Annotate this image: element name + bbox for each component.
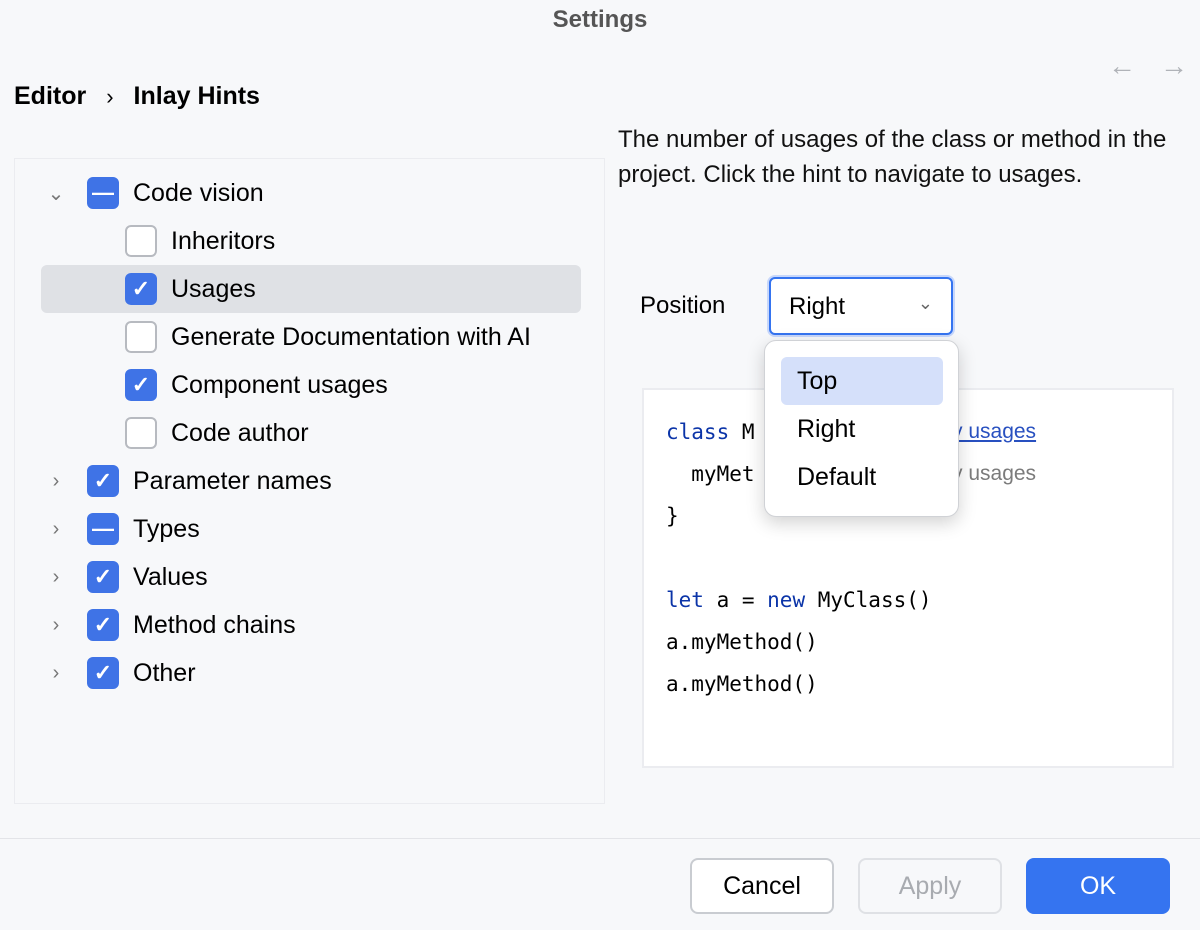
position-options-popup: Top Right Default bbox=[764, 340, 959, 517]
code-line: let a = new MyClass() bbox=[666, 588, 932, 612]
checkbox[interactable] bbox=[125, 321, 157, 353]
code-line: myMet bbox=[666, 462, 755, 486]
chevron-right-icon[interactable]: › bbox=[45, 518, 67, 541]
tree-item-label: Code author bbox=[171, 419, 309, 448]
checkbox[interactable]: ✓ bbox=[87, 561, 119, 593]
tree-item-label: Values bbox=[133, 563, 208, 592]
ok-button[interactable]: OK bbox=[1026, 858, 1170, 914]
breadcrumb: Editor › Inlay Hints bbox=[14, 82, 260, 111]
apply-button[interactable]: Apply bbox=[858, 858, 1002, 914]
option-right[interactable]: Right bbox=[781, 405, 943, 453]
tree-item[interactable]: › — Types bbox=[41, 505, 581, 553]
footer-divider bbox=[0, 838, 1200, 839]
hints-tree: ⌄ — Code vision Inheritors ✓ Usages Generate D… bbox=[14, 158, 605, 804]
code-text: M bbox=[729, 420, 754, 444]
cancel-button[interactable]: Cancel bbox=[690, 858, 834, 914]
checkbox[interactable]: ✓ bbox=[125, 369, 157, 401]
option-top[interactable]: Top bbox=[781, 357, 943, 405]
tree-item[interactable]: ✓ Component usages bbox=[41, 361, 581, 409]
window-title: Settings bbox=[0, 6, 1200, 34]
usages-hint-link[interactable]: y usages bbox=[952, 420, 1036, 444]
tree-item[interactable]: Generate Documentation with AI bbox=[41, 313, 581, 361]
checkbox[interactable] bbox=[125, 417, 157, 449]
tree-item[interactable]: › ✓ Other bbox=[41, 649, 581, 697]
tree-item-label: Method chains bbox=[133, 611, 296, 640]
tree-item[interactable]: Code author bbox=[41, 409, 581, 457]
keyword: new bbox=[767, 588, 805, 612]
checkbox[interactable]: — bbox=[87, 177, 119, 209]
tree-item-label: Component usages bbox=[171, 371, 388, 400]
position-value: Right bbox=[789, 293, 845, 320]
chevron-down-icon[interactable]: ⌄ bbox=[45, 181, 67, 206]
code-text: a = bbox=[704, 588, 767, 612]
keyword: let bbox=[666, 588, 704, 612]
hint-description: The number of usages of the class or met… bbox=[618, 122, 1188, 192]
code-line: class M bbox=[666, 420, 755, 444]
tree-item-label: Code vision bbox=[133, 179, 264, 208]
chevron-right-icon[interactable]: › bbox=[45, 470, 67, 493]
chevron-right-icon[interactable]: › bbox=[45, 662, 67, 685]
checkbox[interactable]: ✓ bbox=[125, 273, 157, 305]
tree-item[interactable]: ⌄ — Code vision bbox=[41, 169, 581, 217]
tree-item-label: Usages bbox=[171, 275, 256, 304]
position-label: Position bbox=[640, 292, 725, 320]
code-text: MyClass() bbox=[805, 588, 931, 612]
option-default[interactable]: Default bbox=[781, 453, 943, 501]
tree-item[interactable]: ✓ Usages bbox=[41, 265, 581, 313]
tree-item[interactable]: › ✓ Values bbox=[41, 553, 581, 601]
tree-item[interactable]: › ✓ Parameter names bbox=[41, 457, 581, 505]
usages-hint: y usages bbox=[952, 462, 1036, 486]
tree-item-label: Types bbox=[133, 515, 200, 544]
tree-item[interactable]: › ✓ Method chains bbox=[41, 601, 581, 649]
keyword: class bbox=[666, 420, 729, 444]
code-line: } bbox=[666, 504, 679, 528]
forward-arrow-icon[interactable]: → bbox=[1160, 50, 1188, 82]
code-line: a.myMethod() bbox=[666, 630, 818, 654]
checkbox[interactable]: — bbox=[87, 513, 119, 545]
position-dropdown[interactable]: Right ⌄ bbox=[769, 277, 953, 335]
checkbox[interactable]: ✓ bbox=[87, 609, 119, 641]
checkbox[interactable]: ✓ bbox=[87, 657, 119, 689]
chevron-down-icon: ⌄ bbox=[918, 293, 933, 314]
checkbox[interactable]: ✓ bbox=[87, 465, 119, 497]
chevron-right-icon[interactable]: › bbox=[45, 614, 67, 637]
tree-item-label: Other bbox=[133, 659, 196, 688]
tree-item-label: Parameter names bbox=[133, 467, 332, 496]
breadcrumb-inlay-hints: Inlay Hints bbox=[134, 82, 260, 111]
checkbox[interactable] bbox=[125, 225, 157, 257]
breadcrumb-editor[interactable]: Editor bbox=[14, 82, 86, 111]
back-arrow-icon[interactable]: ← bbox=[1108, 50, 1136, 82]
tree-item-label: Generate Documentation with AI bbox=[171, 323, 531, 352]
tree-item-label: Inheritors bbox=[171, 227, 275, 256]
code-line: a.myMethod() bbox=[666, 672, 818, 696]
breadcrumb-separator: › bbox=[106, 84, 113, 110]
tree-item[interactable]: Inheritors bbox=[41, 217, 581, 265]
chevron-right-icon[interactable]: › bbox=[45, 566, 67, 589]
